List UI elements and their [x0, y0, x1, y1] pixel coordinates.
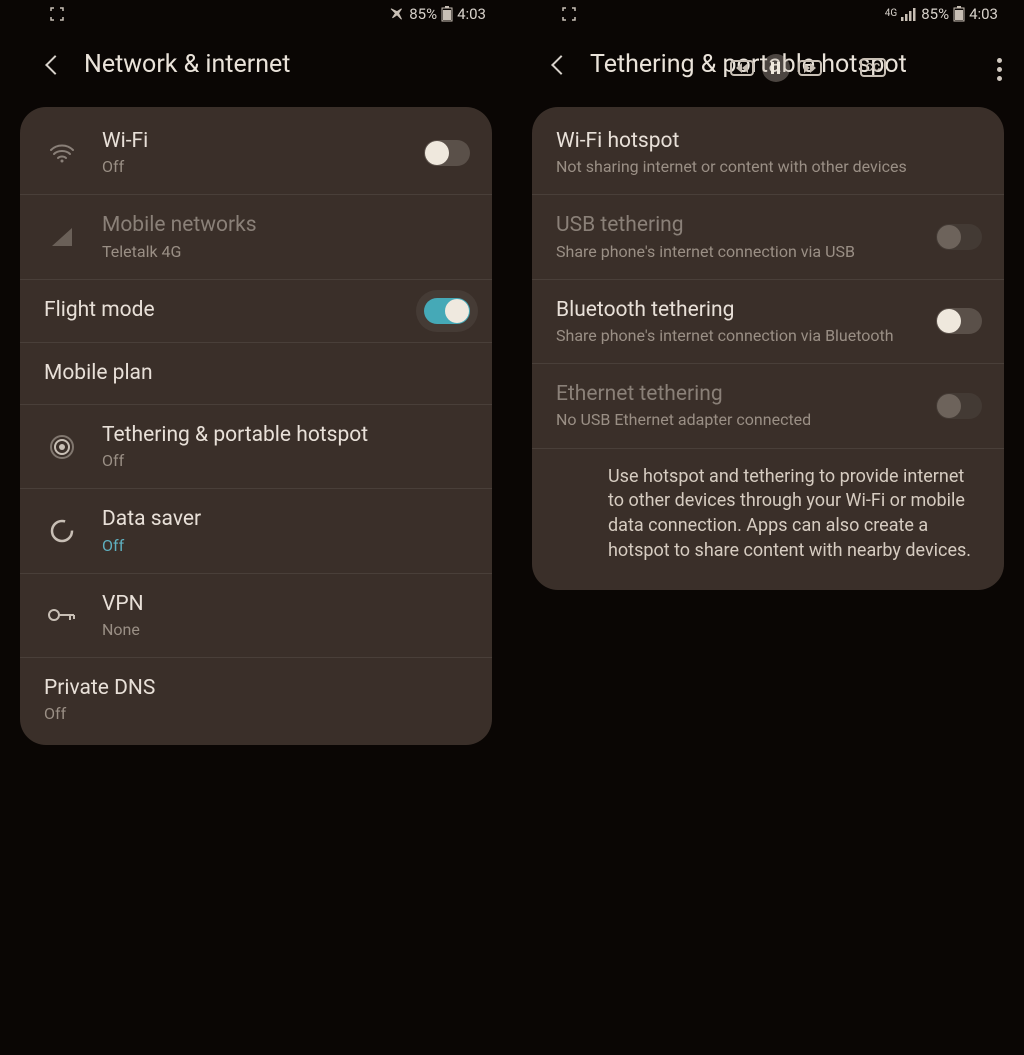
row-title: Wi-Fi hotspot [556, 129, 982, 154]
more-icon[interactable] [997, 58, 1002, 81]
screen-header: Tethering & portable hotspot CC [512, 28, 1024, 107]
usb-toggle [936, 224, 982, 250]
row-wifi[interactable]: Wi-Fi Off [20, 111, 492, 195]
battery-icon [953, 6, 965, 22]
row-subtitle: Not sharing internet or content with oth… [556, 157, 982, 176]
clock-text: 4:03 [457, 5, 486, 23]
row-title: Mobile plan [44, 361, 470, 386]
row-title: VPN [102, 592, 470, 617]
network-type: 4G [885, 9, 897, 19]
battery-percent: 85% [921, 5, 949, 23]
battery-percent: 85% [409, 5, 437, 23]
status-bar: 85% 4:03 [0, 0, 512, 28]
fullscreen-icon [562, 7, 576, 21]
row-data-saver[interactable]: Data saver Off [20, 489, 492, 573]
fullscreen-icon [50, 7, 64, 21]
settings-panel: Wi-Fi Off Mobile networks Teletalk 4G Fl… [20, 107, 492, 745]
row-title: Flight mode [44, 298, 404, 323]
row-vpn[interactable]: VPN None [20, 574, 492, 658]
row-subtitle: Teletalk 4G [102, 242, 470, 261]
row-subtitle: Share phone's internet connection via Bl… [556, 326, 916, 345]
wifi-icon [42, 143, 82, 163]
row-subtitle: Off [102, 157, 404, 176]
row-subtitle: No USB Ethernet adapter connected [556, 410, 916, 429]
row-tethering[interactable]: Tethering & portable hotspot Off [20, 405, 492, 489]
page-title: Network & internet [84, 50, 290, 79]
bt-toggle[interactable] [936, 308, 982, 334]
row-subtitle: None [102, 620, 470, 639]
clock-text: 4:03 [969, 5, 998, 23]
back-icon[interactable] [45, 55, 65, 75]
data-saver-icon [42, 518, 82, 544]
screen-header: Network & internet [0, 28, 512, 107]
row-title: Wi-Fi [102, 129, 404, 154]
row-title: Tethering & portable hotspot [102, 423, 470, 448]
row-bluetooth-tethering[interactable]: Bluetooth tethering Share phone's intern… [532, 280, 1004, 364]
signal-icon [901, 7, 917, 21]
page-title: Tethering & portable hotspot [590, 50, 907, 79]
flight-toggle[interactable] [424, 298, 470, 324]
row-wifi-hotspot[interactable]: Wi-Fi hotspot Not sharing internet or co… [532, 111, 1004, 195]
back-icon[interactable] [551, 55, 571, 75]
helper-text: Use hotspot and tethering to provide int… [532, 449, 1004, 586]
row-title: Ethernet tethering [556, 382, 916, 407]
row-mobile-networks[interactable]: Mobile networks Teletalk 4G [20, 195, 492, 279]
row-subtitle: Share phone's internet connection via US… [556, 242, 916, 261]
settings-panel: Wi-Fi hotspot Not sharing internet or co… [532, 107, 1004, 590]
signal-icon [42, 226, 82, 248]
row-mobile-plan[interactable]: Mobile plan [20, 343, 492, 405]
airplane-icon [389, 6, 405, 22]
row-subtitle: Off [102, 451, 470, 470]
vpn-key-icon [42, 607, 82, 623]
row-private-dns[interactable]: Private DNS Off [20, 658, 492, 741]
wifi-toggle[interactable] [424, 140, 470, 166]
row-title: Mobile networks [102, 213, 470, 238]
row-title: Data saver [102, 507, 470, 532]
status-bar: 4G 85% 4:03 [512, 0, 1024, 28]
battery-icon [441, 6, 453, 22]
row-title: Private DNS [44, 676, 470, 701]
row-title: Bluetooth tethering [556, 298, 916, 323]
hotspot-icon [42, 434, 82, 460]
eth-toggle [936, 393, 982, 419]
row-usb-tethering: USB tethering Share phone's internet con… [532, 195, 1004, 279]
phone-screen-left: 85% 4:03 Network & internet Wi-Fi Off [0, 0, 512, 1055]
row-flight-mode[interactable]: Flight mode [20, 280, 492, 343]
row-subtitle: Off [44, 704, 470, 723]
phone-screen-right: 4G 85% 4:03 Tethering & portable hotspot… [512, 0, 1024, 1055]
row-subtitle: Off [102, 536, 470, 555]
row-title: USB tethering [556, 213, 916, 238]
row-ethernet-tethering: Ethernet tethering No USB Ethernet adapt… [532, 364, 1004, 448]
